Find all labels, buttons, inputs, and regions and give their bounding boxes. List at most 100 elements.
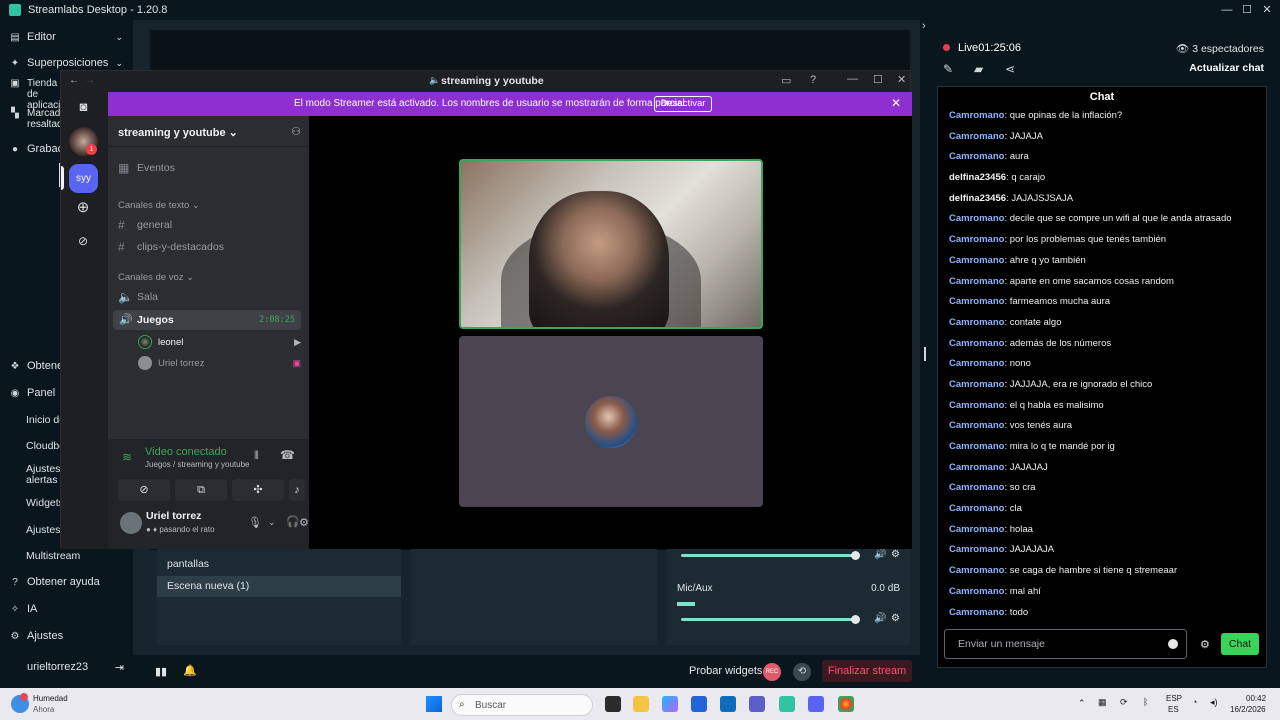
store-icon[interactable]: [691, 696, 707, 712]
chat-username[interactable]: Camromano: [949, 503, 1004, 514]
sidebar-item-ia[interactable]: ✧ IA: [0, 598, 133, 620]
chat-username[interactable]: Camromano: [949, 607, 1004, 618]
close-icon[interactable]: ✕: [1257, 2, 1277, 18]
tray-icon[interactable]: ▦: [1098, 697, 1107, 708]
chat-username[interactable]: Camromano: [949, 213, 1004, 224]
chat-send-button[interactable]: Chat: [1221, 633, 1259, 655]
headphones-icon[interactable]: 🎧: [286, 515, 300, 528]
channel-clips[interactable]: # clips-y-destacados: [118, 240, 224, 254]
gear-icon[interactable]: ⚙: [299, 516, 309, 529]
sidebar-item-ajustes[interactable]: ⚙ Ajustes: [0, 625, 133, 647]
activities-button[interactable]: ✣: [232, 479, 284, 501]
taskbar-search[interactable]: ⌕ Buscar: [451, 694, 593, 716]
chat-username[interactable]: delfina23456: [949, 172, 1006, 183]
close-icon[interactable]: ✕: [897, 73, 906, 86]
sidebar-item-editor[interactable]: ▤ Editor ⌄: [0, 26, 133, 48]
edit-icon[interactable]: ✎: [943, 62, 953, 76]
gear-icon[interactable]: ⚙: [1200, 638, 1210, 651]
disable-streamer-button[interactable]: Desactivar: [654, 96, 712, 112]
channel-juegos[interactable]: 🔊 Juegos 2:08:25: [113, 310, 301, 330]
sidebar-sub-ajustes[interactable]: Ajustes: [26, 524, 60, 536]
volume-icon[interactable]: ◂): [1210, 697, 1218, 708]
gear-icon[interactable]: ⚙: [891, 549, 900, 560]
chat-username[interactable]: Camromano: [949, 544, 1004, 555]
chat-username[interactable]: Camromano: [949, 586, 1004, 597]
panel-divider[interactable]: ›: [922, 20, 932, 688]
server-icon-syy[interactable]: syy: [69, 164, 98, 193]
speaker-icon[interactable]: 🔊: [874, 613, 886, 624]
chat-username[interactable]: Camromano: [949, 400, 1004, 411]
add-server-icon[interactable]: ⊕: [72, 197, 94, 219]
chat-username[interactable]: Camromano: [949, 420, 1004, 431]
sidebar-sub-widgets[interactable]: Widgets: [26, 497, 64, 509]
user-avatar[interactable]: [120, 512, 142, 534]
file-explorer-icon[interactable]: [633, 696, 649, 712]
folder-icon[interactable]: ▰: [974, 62, 983, 76]
copilot-icon[interactable]: [662, 696, 678, 712]
camera-tile[interactable]: [459, 159, 763, 329]
chat-message-list[interactable]: Camromano: que opinas de la inflación? Ca…: [949, 108, 1264, 625]
mic-knob[interactable]: [851, 615, 860, 624]
chat-username[interactable]: Camromano: [949, 296, 1004, 307]
chat-username[interactable]: Camromano: [949, 565, 1004, 576]
chat-username[interactable]: Camromano: [949, 358, 1004, 369]
audio-tile[interactable]: [459, 336, 763, 507]
scene-item[interactable]: pantallas: [157, 554, 401, 575]
replay-button[interactable]: ⟲: [793, 663, 811, 681]
voice-category[interactable]: Canales de voz ⌄: [118, 272, 194, 283]
voice-member[interactable]: leonel: [138, 335, 183, 349]
chat-username[interactable]: Camromano: [949, 379, 1004, 390]
maximize-icon[interactable]: ☐: [1237, 2, 1257, 18]
disconnect-icon[interactable]: ☎: [280, 448, 295, 462]
chat-username[interactable]: Camromano: [949, 276, 1004, 287]
minimize-icon[interactable]: —: [1217, 2, 1237, 18]
windows-start-icon[interactable]: [426, 696, 442, 712]
share-screen-button[interactable]: ⧉: [175, 479, 227, 501]
signal-icon[interactable]: ≋: [122, 450, 132, 464]
sidebar-item-ayuda[interactable]: ? Obtener ayuda: [0, 571, 133, 593]
chat-input[interactable]: Enviar un mensaje: [944, 629, 1187, 659]
back-icon[interactable]: ←: [69, 75, 79, 86]
chat-username[interactable]: Camromano: [949, 151, 1004, 162]
add-user-icon[interactable]: ⚇: [291, 125, 301, 138]
chat-username[interactable]: Camromano: [949, 110, 1004, 121]
chat-username[interactable]: Camromano: [949, 482, 1004, 493]
sidebar-sub-multistream[interactable]: Multistream: [26, 550, 80, 562]
lang-label[interactable]: ESP: [1166, 694, 1182, 703]
chrome-icon[interactable]: [838, 696, 854, 712]
bell-icon[interactable]: 🔔: [183, 664, 197, 677]
chat-username[interactable]: Camromano: [949, 234, 1004, 245]
chat-username[interactable]: delfina23456: [949, 193, 1006, 204]
bluetooth-icon[interactable]: ᛒ: [1143, 697, 1148, 707]
resize-handle[interactable]: [924, 347, 926, 361]
voice-member[interactable]: Uriel torrez: [138, 356, 204, 370]
camera-off-button[interactable]: ⊘: [118, 479, 170, 501]
discord-logo-icon[interactable]: ◙: [69, 92, 98, 121]
help-icon[interactable]: ?: [810, 74, 816, 86]
volume-knob[interactable]: [851, 551, 860, 560]
discover-icon[interactable]: ⊘: [72, 230, 94, 252]
scene-item-active[interactable]: Escena nueva (1): [157, 576, 401, 597]
minimize-icon[interactable]: —: [847, 73, 858, 85]
chat-username[interactable]: Camromano: [949, 338, 1004, 349]
chevron-right-icon[interactable]: ›: [922, 20, 926, 32]
chat-username[interactable]: Camromano: [949, 524, 1004, 535]
clock-time[interactable]: 00:42: [1246, 694, 1266, 703]
sidebar-sub-alertas[interactable]: Ajustes alertas: [26, 464, 64, 486]
sync-icon[interactable]: ⟳: [1120, 697, 1128, 708]
logout-icon[interactable]: ⇥: [115, 661, 124, 674]
task-view-icon[interactable]: [605, 696, 621, 712]
soundboard-button[interactable]: ♪: [289, 479, 305, 501]
chat-username[interactable]: Camromano: [949, 441, 1004, 452]
forward-icon[interactable]: →: [85, 75, 95, 86]
noise-suppression-icon[interactable]: ⦀: [254, 450, 259, 463]
gear-icon[interactable]: ⚙: [891, 613, 900, 624]
emoji-icon[interactable]: [1168, 639, 1178, 649]
text-category[interactable]: Canales de texto ⌄: [118, 200, 200, 211]
teams-icon[interactable]: [749, 696, 765, 712]
share-icon[interactable]: ⋖: [1005, 62, 1015, 76]
chat-username[interactable]: Camromano: [949, 255, 1004, 266]
streamlabs-icon[interactable]: [779, 696, 795, 712]
chevron-down-icon[interactable]: ⌄: [268, 517, 276, 528]
refresh-chat-button[interactable]: Actualizar chat: [1189, 62, 1264, 74]
